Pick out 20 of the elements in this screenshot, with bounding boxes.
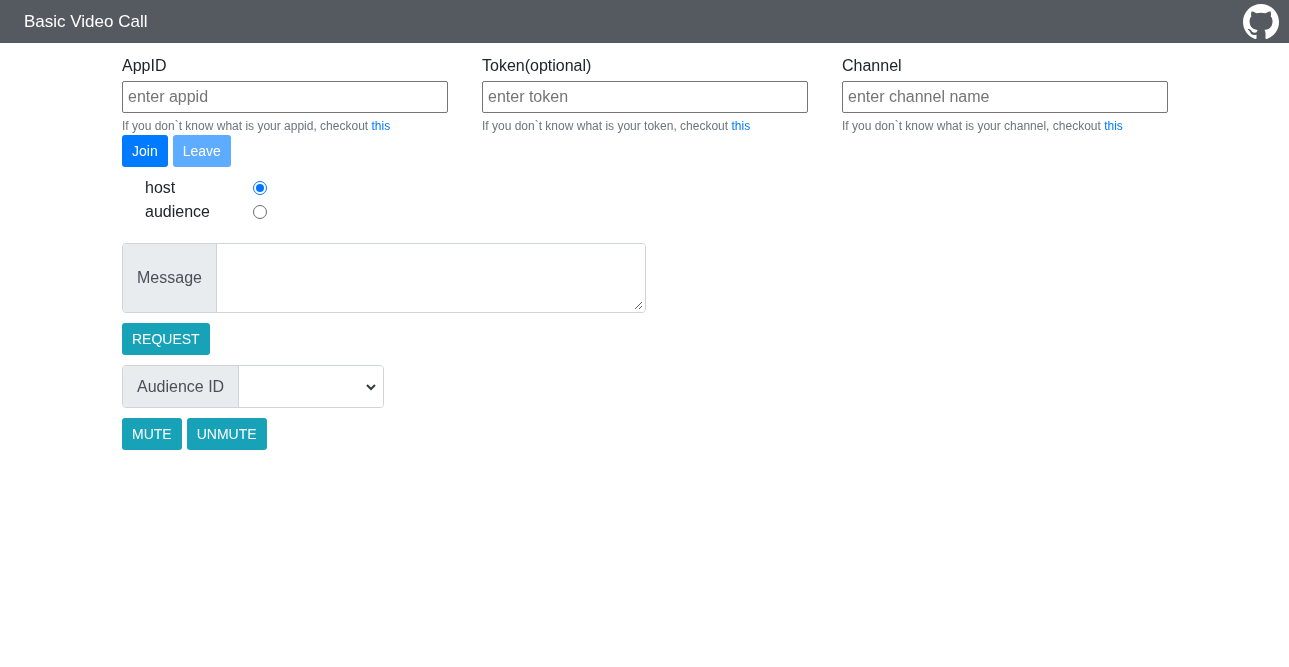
field-label: AppID	[122, 57, 168, 75]
help-link[interactable]: this	[1104, 119, 1123, 133]
input-field[interactable]: enter appid	[122, 81, 448, 113]
field-label: Token(optional)	[482, 57, 593, 75]
help-text: If you don`t know what is your channel, checkout this	[842, 119, 1124, 133]
help-text: If you don`t know what is your token, checkout this	[482, 119, 752, 133]
role-label: host	[145, 179, 177, 197]
role-label: audience	[145, 203, 211, 221]
unmute-button[interactable]: UNMUTE	[186, 418, 267, 450]
github-icon[interactable]	[1243, 3, 1279, 40]
help-link[interactable]: this	[371, 119, 391, 133]
field-label: Channel	[842, 57, 903, 75]
help-text: If you don`t know what is your appid, checkout this	[122, 119, 392, 133]
join-button[interactable]: Join	[122, 135, 168, 167]
app-title: Basic Video Call	[24, 11, 148, 32]
input-field[interactable]: enter channel name	[842, 81, 1168, 113]
help-link[interactable]: this	[731, 119, 751, 133]
mute-button[interactable]: MUTE	[122, 418, 182, 450]
input-field[interactable]: enter token	[482, 81, 808, 113]
request-button[interactable]: REQUEST	[122, 323, 210, 355]
